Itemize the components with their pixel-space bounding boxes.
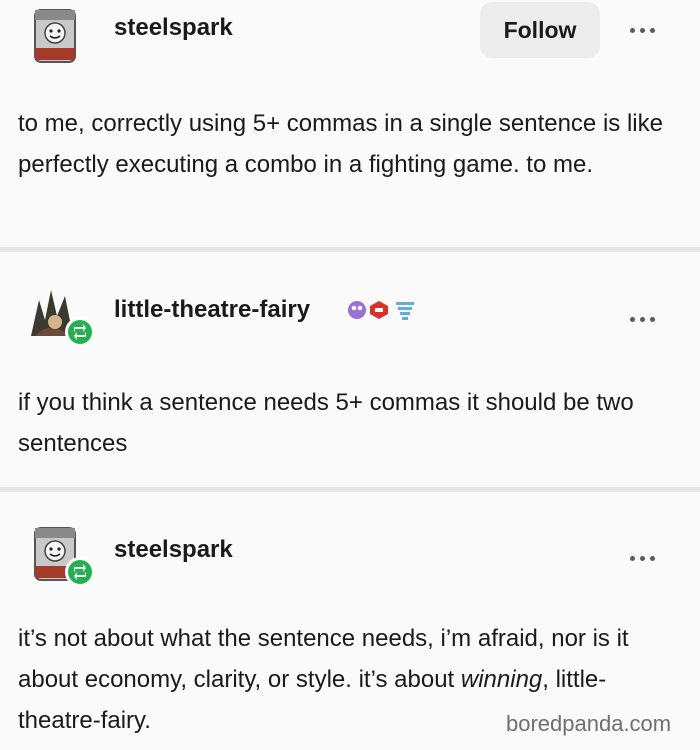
watermark: boredpanda.com <box>506 711 672 736</box>
user-badges <box>345 298 427 322</box>
post-body-text: to me, correctly using 5+ commas in a si… <box>18 110 663 178</box>
avatar-steelspark[interactable] <box>33 4 77 66</box>
reblog-icon <box>65 317 95 347</box>
reblog-body-text: if you think a sentence needs 5+ commas … <box>18 389 634 457</box>
soup-can-avatar-icon <box>34 9 76 63</box>
reblogger-username[interactable]: little-theatre-fairy <box>114 296 310 324</box>
more-options-icon[interactable] <box>622 20 662 40</box>
post-author-username[interactable]: steelspark <box>114 14 233 42</box>
follow-button[interactable]: Follow <box>480 2 600 58</box>
reblog-icon <box>65 557 95 587</box>
more-options-icon[interactable] <box>622 309 662 329</box>
post-original: steelspark Follow to me, correctly using… <box>0 0 700 247</box>
blue-fish-badge-icon <box>396 302 414 320</box>
reblog-text-emphasis: winning <box>460 666 543 693</box>
post-reblog-1: little-theatre-fairy if you think a sent… <box>0 252 700 487</box>
reblogger-username[interactable]: steelspark <box>114 536 233 564</box>
more-options-icon[interactable] <box>622 548 662 568</box>
red-gem-badge-icon <box>370 301 388 319</box>
purple-bubble-badge-icon <box>348 301 366 319</box>
